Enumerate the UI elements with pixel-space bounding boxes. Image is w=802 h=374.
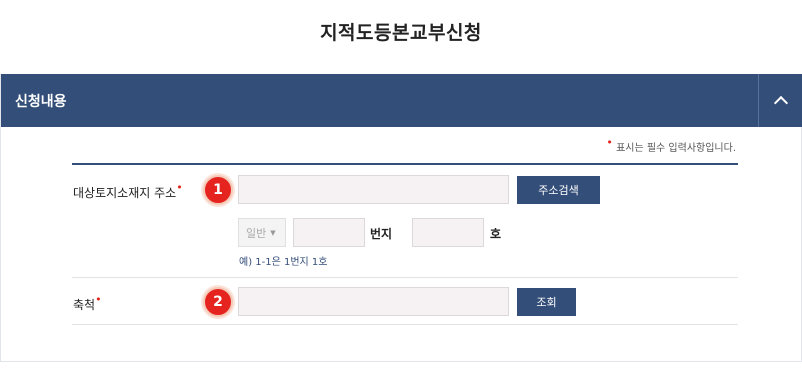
- address-label: 대상토지소재지 주소•: [73, 181, 183, 201]
- scale-label-text: 축척: [73, 298, 96, 312]
- required-dot-icon: •: [176, 181, 183, 194]
- row-divider: [72, 324, 738, 325]
- step-marker-2: 2: [203, 287, 233, 317]
- lot-sub-suffix: 호: [490, 227, 502, 241]
- chevron-up-icon: [773, 95, 788, 111]
- lot-type-select[interactable]: 일반 ▼: [238, 218, 286, 247]
- form-top-divider: [72, 163, 738, 165]
- scale-label: 축척•: [73, 293, 102, 313]
- panel-title: 신청내용: [15, 94, 67, 110]
- required-dot-icon: •: [95, 293, 102, 306]
- required-note: • 표시는 필수 입력사항입니다.: [606, 136, 736, 154]
- address-input[interactable]: [238, 175, 509, 204]
- step-marker-1: 1: [203, 175, 233, 205]
- address-label-text: 대상토지소재지 주소: [73, 186, 177, 200]
- lot-sub-number-input[interactable]: [412, 218, 484, 247]
- application-panel: 신청내용: [0, 74, 802, 362]
- row-divider: [72, 277, 738, 278]
- lot-hint: 예) 1-1은 1번지 1호: [239, 257, 328, 268]
- panel-collapse-button[interactable]: [758, 74, 802, 127]
- page-title: 지적도등본교부신청: [320, 22, 482, 44]
- scale-lookup-button[interactable]: 조회: [517, 288, 576, 316]
- lot-main-suffix: 번지: [370, 227, 393, 241]
- panel-header: 신청내용: [1, 74, 802, 127]
- lot-type-value: 일반: [246, 226, 267, 240]
- lot-main-number-input[interactable]: [293, 218, 365, 247]
- required-dot-icon: •: [606, 136, 613, 149]
- scale-input[interactable]: [238, 287, 509, 316]
- dropdown-caret-icon: ▼: [270, 228, 276, 237]
- address-search-button[interactable]: 주소검색: [517, 176, 600, 204]
- required-note-text: 표시는 필수 입력사항입니다.: [616, 143, 736, 154]
